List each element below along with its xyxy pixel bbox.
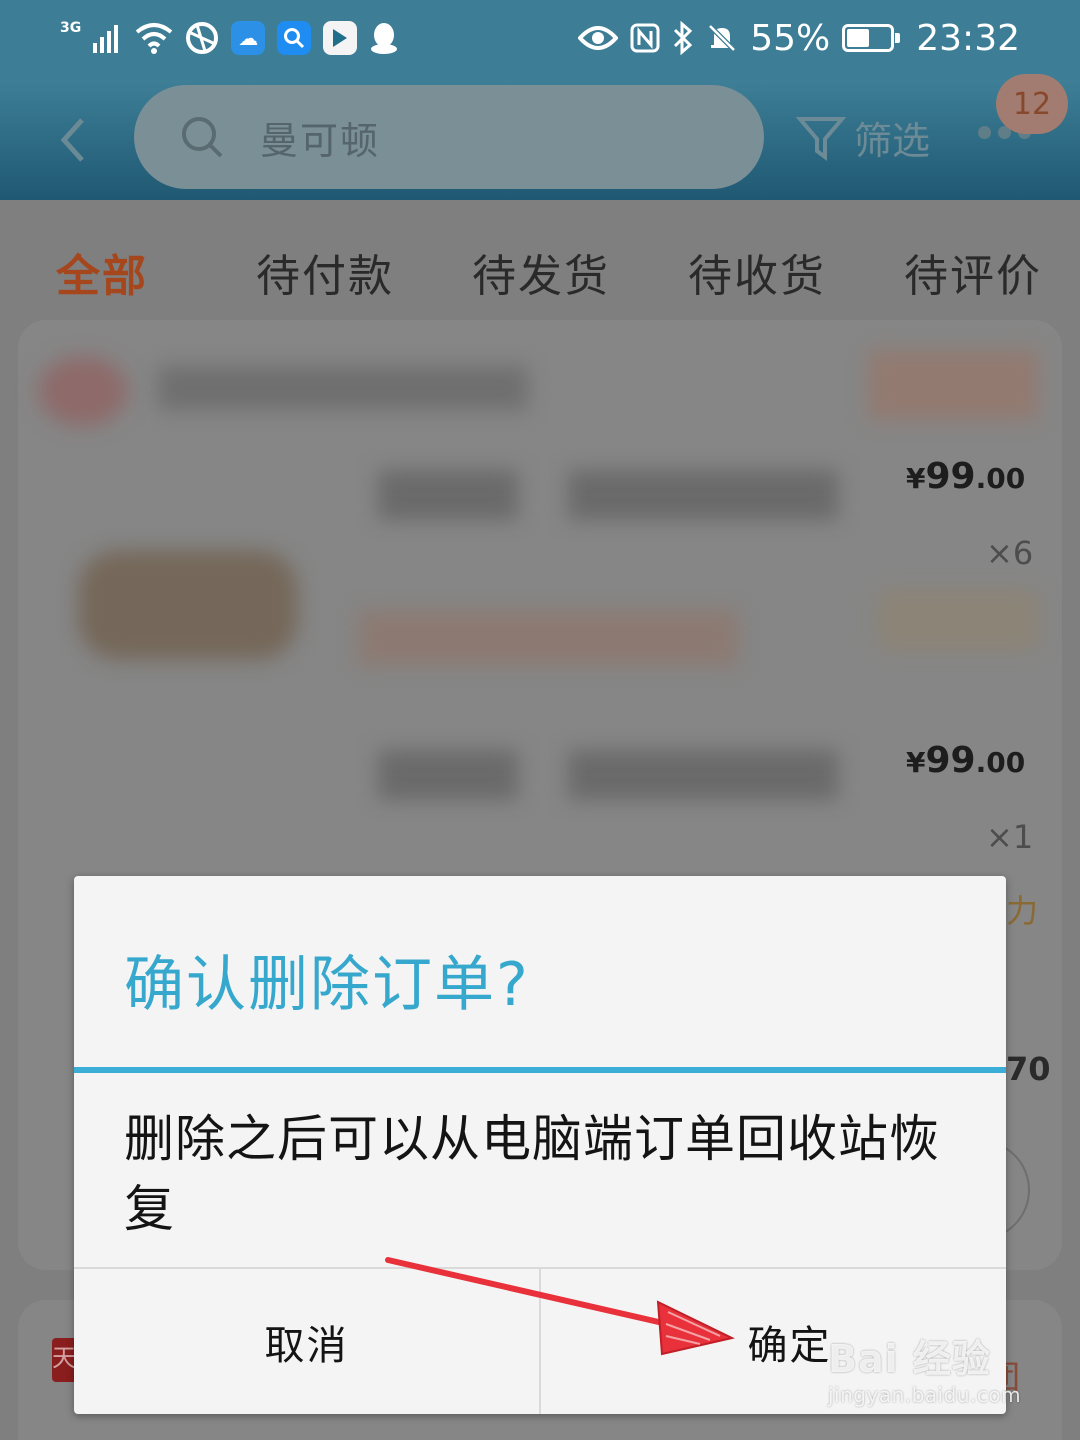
browser-globe-icon (186, 22, 219, 54)
search-app-icon (277, 21, 312, 55)
shop-logo-blurred (38, 356, 128, 426)
product-title-blurred (568, 750, 838, 800)
tab-unpaid[interactable]: 待付款 (256, 240, 394, 304)
price-decimal: .00 (975, 746, 1026, 779)
promo-tag-blurred (358, 610, 738, 666)
dialog-divider (74, 1067, 1006, 1073)
qq-penguin-icon (371, 23, 398, 54)
signal-icon (93, 25, 119, 53)
shop-name-blurred (158, 366, 528, 410)
mute-bell-icon (708, 24, 737, 52)
message-badge: 12 (996, 74, 1068, 134)
status-right-icons: 55% 23:32 (578, 14, 1020, 62)
order-list-header: 曼可顿 筛选 12 (0, 74, 1080, 200)
filter-label: 筛选 (854, 119, 931, 163)
order-status-tabs: 全部 待付款 待发货 待收货 待评价 (0, 200, 1080, 320)
dialog-title: 确认删除订单? (124, 950, 530, 1020)
video-app-icon (323, 21, 358, 55)
baidu-watermark: Bai 经验 jingyan.baidu.com (828, 1328, 1021, 1407)
currency-symbol: ¥ (906, 746, 926, 779)
weather-cloud-icon: ☁ (231, 21, 266, 55)
chevron-left-icon (60, 118, 84, 162)
filter-button[interactable]: 筛选 (796, 110, 930, 165)
funnel-icon (796, 116, 846, 161)
tab-unshipped[interactable]: 待发货 (472, 240, 610, 304)
promo-tag-blurred (878, 590, 1038, 650)
eye-icon (578, 26, 619, 50)
product-title-blurred (568, 470, 838, 520)
order-price: ¥99.00 (906, 456, 1025, 497)
confirm-label: 确定 (747, 1322, 832, 1369)
order-search-input[interactable]: 曼可顿 (134, 85, 764, 189)
tab-all[interactable]: 全部 (56, 240, 148, 304)
price-integer: 99 (925, 740, 976, 781)
tab-unreceived[interactable]: 待收货 (688, 240, 826, 304)
order-quantity: ×6 (986, 534, 1034, 572)
product-title-blurred (378, 750, 518, 800)
status-left-icons: 3G ☁ (60, 16, 399, 60)
bluetooth-icon (674, 21, 693, 55)
battery-icon (842, 24, 901, 52)
search-icon (182, 117, 223, 158)
price-decimal: .00 (975, 462, 1026, 495)
order-price: ¥99.00 (906, 740, 1025, 781)
back-button[interactable] (52, 112, 96, 168)
status-bar: 3G ☁ 55% 23:32 (0, 0, 1080, 80)
battery-percent: 55% (750, 17, 831, 59)
dialog-message: 删除之后可以从电脑端订单回收站恢复 (124, 1110, 940, 1238)
watermark-main: Bai 经验 (828, 1337, 991, 1381)
product-image-blurred (78, 550, 298, 660)
watermark-url: jingyan.baidu.com (828, 1383, 1022, 1407)
tab-unreviewed[interactable]: 待评价 (904, 240, 1042, 304)
search-query-text: 曼可顿 (260, 118, 381, 163)
network-type: 3G (60, 20, 82, 36)
nfc-icon (630, 23, 660, 53)
partial-action-text: 力 (1006, 892, 1039, 930)
product-title-blurred (378, 470, 518, 520)
price-integer: 99 (925, 456, 976, 497)
clock: 23:32 (916, 17, 1020, 59)
order-status-blurred (868, 350, 1038, 420)
order-quantity: ×1 (986, 818, 1034, 856)
dot-icon (978, 126, 991, 139)
annotation-arrow-icon (385, 1257, 735, 1356)
wifi-icon (135, 23, 173, 54)
currency-symbol: ¥ (906, 462, 926, 495)
partial-price-text: 70 (1006, 1050, 1051, 1088)
